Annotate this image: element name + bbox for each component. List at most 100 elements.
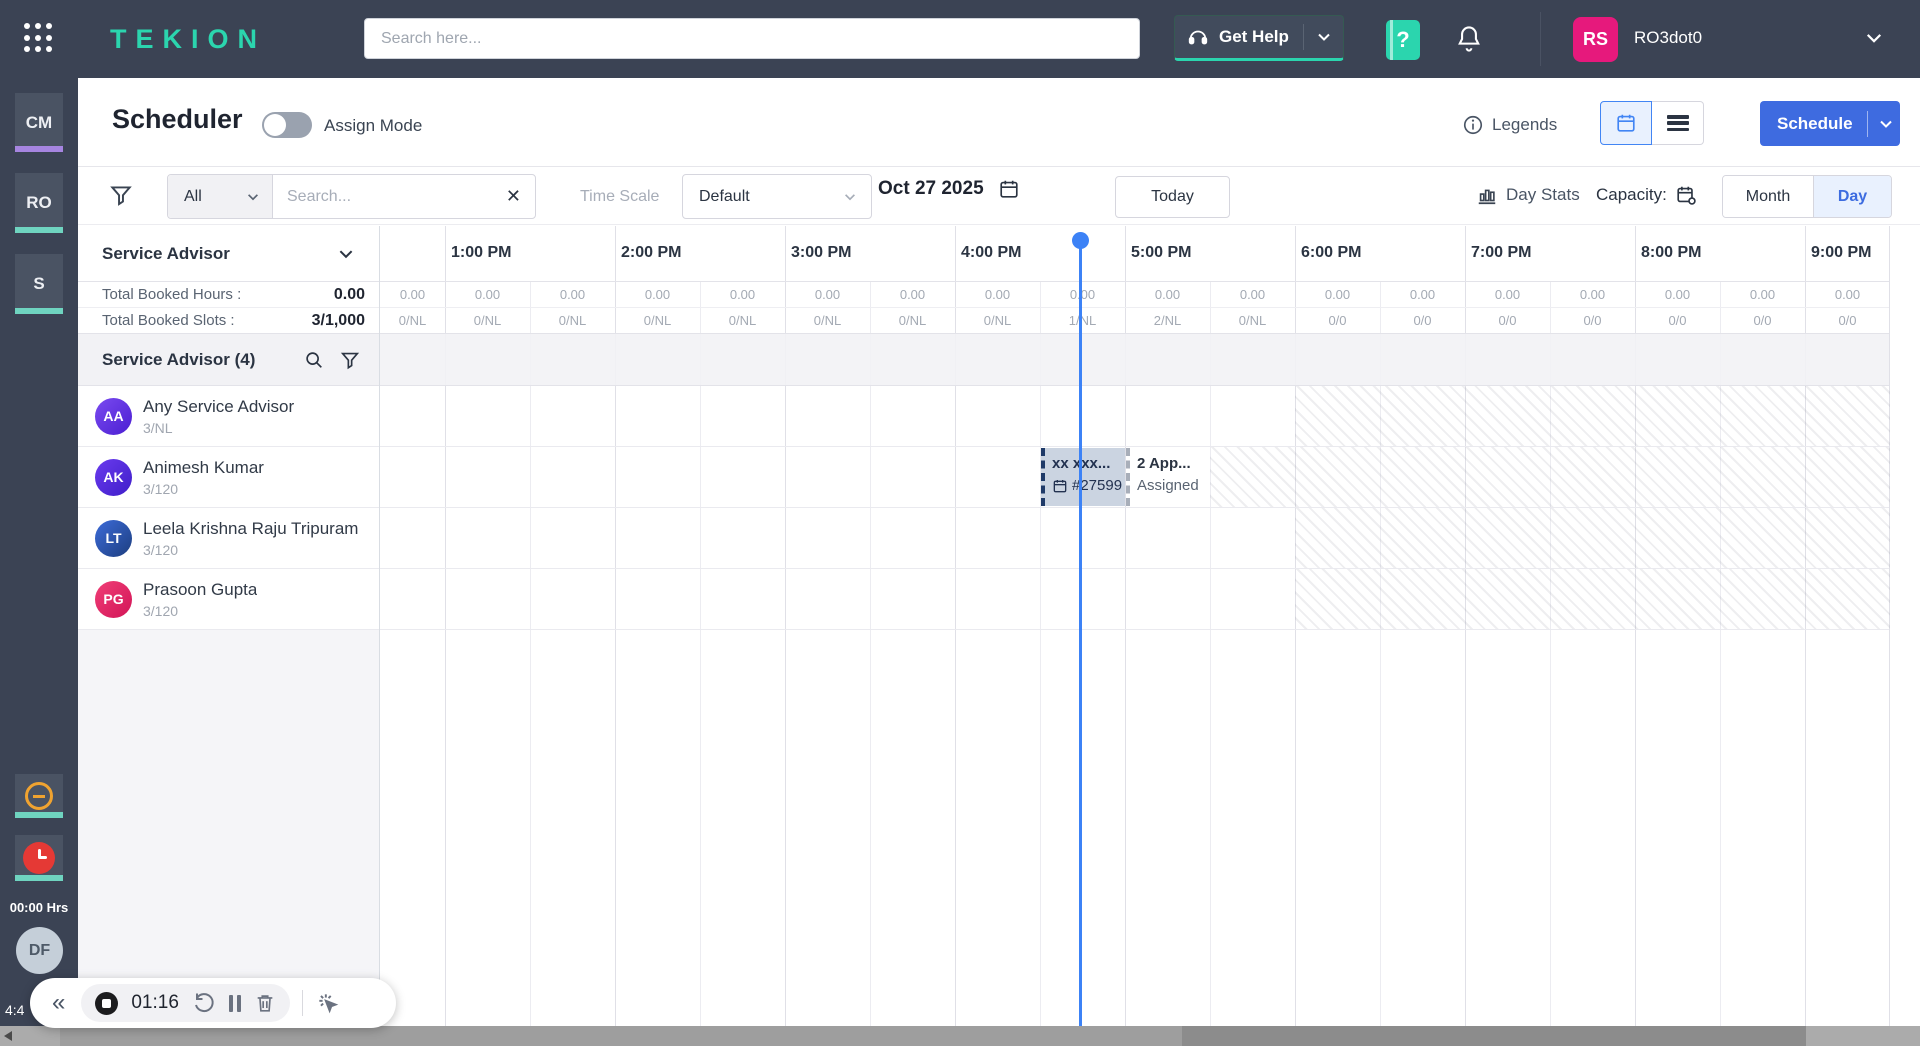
clear-search-icon[interactable]: ✕ xyxy=(492,186,535,207)
scrollbar-thumb[interactable] xyxy=(1182,1026,1806,1046)
rail-item-ro[interactable]: RO xyxy=(15,173,63,233)
advisor-load: 3/120 xyxy=(143,541,179,558)
appointment-title: xx xxx... xyxy=(1052,455,1111,472)
unavailable-hatch xyxy=(1295,569,1890,629)
time-label: 1:00 PM xyxy=(451,244,512,261)
schedule-row-animesh[interactable]: xx xxx... #27599 2 App... Assigned xyxy=(380,447,1890,508)
advisor-avatar: PG xyxy=(95,580,132,618)
advisor-load: 3/NL xyxy=(143,419,173,436)
restart-recording-icon[interactable] xyxy=(192,991,216,1015)
advisor-group-label: Service Advisor (4) xyxy=(102,349,256,369)
advisor-search-input[interactable] xyxy=(273,187,492,206)
time-scale-label: Time Scale xyxy=(580,188,660,205)
scroll-left-arrow[interactable] xyxy=(4,1031,12,1041)
time-label: 2:00 PM xyxy=(621,244,682,261)
chevron-down-icon[interactable] xyxy=(337,245,355,263)
legends-button[interactable]: Legends xyxy=(1462,114,1557,136)
schedule-row-any-advisor[interactable] xyxy=(380,386,1890,447)
app-grid-menu-icon[interactable] xyxy=(24,23,54,55)
clock-icon xyxy=(23,842,55,874)
advisor-avatar: AA xyxy=(95,397,132,435)
time-label: 7:00 PM xyxy=(1471,244,1532,261)
user-avatar[interactable]: RS xyxy=(1573,17,1618,62)
advisor-row[interactable]: LT Leela Krishna Raju Tripuram 3/120 xyxy=(78,508,379,569)
rail-item-remove[interactable] xyxy=(15,774,63,818)
time-label: 3:00 PM xyxy=(791,244,852,261)
horizontal-scrollbar[interactable] xyxy=(0,1026,1920,1046)
rail-item-cm[interactable]: CM xyxy=(15,93,63,152)
calendar-view-button[interactable] xyxy=(1600,101,1652,145)
chevron-down-icon[interactable] xyxy=(1878,116,1894,132)
day-stats-button[interactable]: Day Stats xyxy=(1476,184,1580,206)
current-date[interactable]: Oct 27 2025 xyxy=(878,178,984,200)
divider xyxy=(1866,110,1868,137)
schedule-label: Schedule xyxy=(1777,113,1853,133)
screen-recorder-toolbar: « 01:16 xyxy=(30,978,396,1028)
pause-recording-icon[interactable] xyxy=(228,994,241,1012)
help-guide-icon[interactable]: ? xyxy=(1386,20,1420,60)
resource-panel-filler xyxy=(78,630,379,1026)
resource-header-label: Service Advisor xyxy=(102,243,230,263)
secondary-avatar[interactable]: DF xyxy=(16,927,63,974)
appointment-group-card[interactable]: 2 App... Assigned xyxy=(1126,448,1210,506)
advisor-row[interactable]: AA Any Service Advisor 3/NL xyxy=(78,386,379,447)
list-view-button[interactable] xyxy=(1652,101,1704,145)
time-label: 9:00 PM xyxy=(1811,244,1872,261)
advisor-search-icon[interactable] xyxy=(303,349,325,371)
headset-icon xyxy=(1188,30,1208,45)
total-booked-slots: Total Booked Slots : 3/1,000 xyxy=(78,308,379,334)
group-header-band xyxy=(380,334,1889,386)
prev-day-chevron-icon[interactable] xyxy=(848,178,868,200)
delete-recording-icon[interactable] xyxy=(254,992,276,1014)
click-highlight-icon[interactable] xyxy=(315,990,341,1016)
schedule-row-prasoon[interactable] xyxy=(380,569,1890,630)
timeline-body: 0.00 0.00 0.00 0.00 0.00 0.00 0.00 0.00 0.00 0.00… xyxy=(380,282,1890,1026)
capacity-button[interactable]: Capacity: xyxy=(1596,184,1697,206)
advisor-name: Prasoon Gupta xyxy=(143,579,258,599)
list-icon xyxy=(1666,115,1689,131)
rail-item-s[interactable]: S xyxy=(15,254,63,314)
day-view-button[interactable]: Day xyxy=(1813,176,1891,217)
advisor-row[interactable]: AK Animesh Kumar 3/120 xyxy=(78,447,379,508)
tekion-logo: TEKION xyxy=(110,23,267,54)
active-indicator xyxy=(15,227,63,233)
active-indicator xyxy=(15,875,63,881)
get-help-button[interactable]: Get Help xyxy=(1174,15,1344,61)
advisor-name: Animesh Kumar xyxy=(143,457,264,477)
advisor-group-header: Service Advisor (4) xyxy=(78,334,379,386)
appointment-card[interactable]: xx xxx... #27599 xyxy=(1041,448,1125,506)
app-window: TEKION Get Help ? RS RO3dot0 CM RO S 00:… xyxy=(0,0,1920,1046)
unavailable-hatch xyxy=(1295,386,1890,446)
appointment-count: 2 App... xyxy=(1137,455,1191,472)
next-day-chevron-icon[interactable] xyxy=(1026,178,1046,200)
time-label: 8:00 PM xyxy=(1641,244,1702,261)
filter-funnel-icon[interactable] xyxy=(108,182,134,208)
month-view-button[interactable]: Month xyxy=(1723,176,1813,217)
capacity-calendar-icon xyxy=(1677,186,1696,205)
chevron-down-icon[interactable] xyxy=(1316,29,1332,45)
today-button[interactable]: Today xyxy=(1115,176,1230,218)
resource-header[interactable]: Service Advisor xyxy=(78,226,379,282)
collapse-toolbar-icon[interactable]: « xyxy=(52,991,65,1015)
search-category-select[interactable]: All xyxy=(168,175,273,218)
rail-item-time-clock[interactable] xyxy=(15,835,63,881)
active-indicator xyxy=(15,146,63,152)
schedule-button[interactable]: Schedule xyxy=(1760,101,1900,146)
date-picker-calendar-icon[interactable] xyxy=(998,178,1020,200)
stop-record-button[interactable] xyxy=(95,991,119,1015)
time-scale-select[interactable]: Default xyxy=(682,174,872,219)
global-search-input[interactable] xyxy=(364,18,1140,59)
advisor-name: Any Service Advisor xyxy=(143,396,295,416)
search-category-value: All xyxy=(184,187,202,205)
user-menu-chevron-icon[interactable] xyxy=(1864,28,1884,48)
date-navigator: Oct 27 2025 xyxy=(848,178,1046,200)
chevron-down-icon xyxy=(248,193,258,200)
schedule-row-leela[interactable] xyxy=(380,508,1890,569)
notifications-bell-icon[interactable] xyxy=(1455,24,1483,54)
calendar-icon xyxy=(1617,114,1635,132)
advisor-row[interactable]: PG Prasoon Gupta 3/120 xyxy=(78,569,379,630)
advisor-filter-icon[interactable] xyxy=(339,349,361,371)
timeline: 1:00 PM 2:00 PM 3:00 PM 4:00 PM 5:00 PM … xyxy=(380,226,1920,1026)
assign-mode-toggle[interactable] xyxy=(262,112,312,138)
recorder-controls: 01:16 xyxy=(81,984,290,1022)
